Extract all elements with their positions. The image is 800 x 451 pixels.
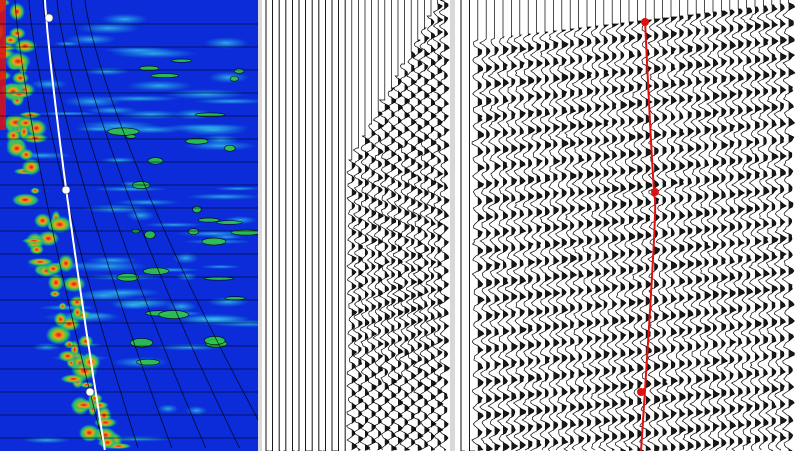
semblance-contour xyxy=(201,237,227,246)
semblance-streak xyxy=(177,124,249,136)
semblance-contour xyxy=(147,157,164,165)
semblance-contour xyxy=(171,58,192,63)
semblance-peak xyxy=(18,148,34,161)
semblance-contour xyxy=(187,228,199,235)
semblance-streak xyxy=(53,41,82,47)
semblance-streak xyxy=(22,436,72,444)
semblance-streak xyxy=(85,106,140,115)
semblance-streak xyxy=(85,287,162,298)
semblance-contour xyxy=(203,276,234,281)
nmo-corrected-gather-panel[interactable] xyxy=(455,0,800,451)
semblance-peak xyxy=(29,244,44,255)
semblance-peak xyxy=(93,417,118,428)
semblance-streak xyxy=(110,48,198,59)
semblance-peak xyxy=(47,273,65,292)
nmo-pick-point[interactable] xyxy=(637,388,645,396)
semblance-peak xyxy=(21,237,47,244)
semblance-edge xyxy=(0,0,6,130)
semblance-streak xyxy=(157,404,179,414)
semblance-streak xyxy=(111,300,155,310)
nmo-pick-point[interactable] xyxy=(651,188,659,196)
velocity-pick-point[interactable] xyxy=(61,185,71,195)
nmo-pick-point[interactable] xyxy=(641,18,649,26)
semblance-contour xyxy=(224,296,246,301)
semblance-peak xyxy=(21,158,41,176)
velocity-pick-point[interactable] xyxy=(85,387,95,397)
semblance-peak xyxy=(5,91,33,99)
semblance-peak xyxy=(53,312,68,327)
velocity-pick-point[interactable] xyxy=(44,13,54,23)
semblance-contour xyxy=(216,220,243,225)
semblance-contour xyxy=(158,310,189,319)
semblance-peak xyxy=(58,302,67,311)
semblance-contour xyxy=(192,205,202,214)
semblance-streak xyxy=(125,80,194,92)
semblance-peak xyxy=(60,374,87,384)
semblance-streak xyxy=(199,264,242,269)
semblance-streak xyxy=(83,67,130,76)
semblance-peak xyxy=(8,2,26,21)
semblance-streak xyxy=(82,204,152,214)
semblance-peak xyxy=(72,304,83,320)
semblance-peak xyxy=(11,193,39,207)
semblance-streak xyxy=(37,304,98,311)
semblance-peak xyxy=(57,350,78,362)
nmo-wiggle-plot[interactable] xyxy=(455,0,800,451)
semblance-streak xyxy=(29,79,68,90)
semblance-streak xyxy=(185,405,208,416)
semblance-streak xyxy=(100,157,138,164)
semblance-contour xyxy=(150,73,180,78)
semblance-peak xyxy=(46,215,73,234)
semblance-contour xyxy=(204,336,226,345)
semblance-streak xyxy=(143,222,204,228)
semblance-plot[interactable] xyxy=(0,0,258,451)
semblance-peak xyxy=(30,187,40,195)
semblance-contour xyxy=(144,230,156,239)
semblance-contour xyxy=(224,144,236,152)
semblance-contour xyxy=(233,68,245,74)
semblance-peak xyxy=(4,51,32,71)
velocity-semblance-panel[interactable] xyxy=(0,0,258,451)
semblance-peak xyxy=(44,262,62,275)
semblance-streak xyxy=(208,71,249,84)
semblance-contour xyxy=(197,217,220,223)
velocity-analysis-window xyxy=(0,0,800,451)
semblance-contour xyxy=(142,267,170,275)
semblance-contour xyxy=(229,75,239,82)
gather-wiggle-plot xyxy=(262,0,450,451)
semblance-peak xyxy=(63,340,76,349)
cmp-gather-panel xyxy=(262,0,450,451)
